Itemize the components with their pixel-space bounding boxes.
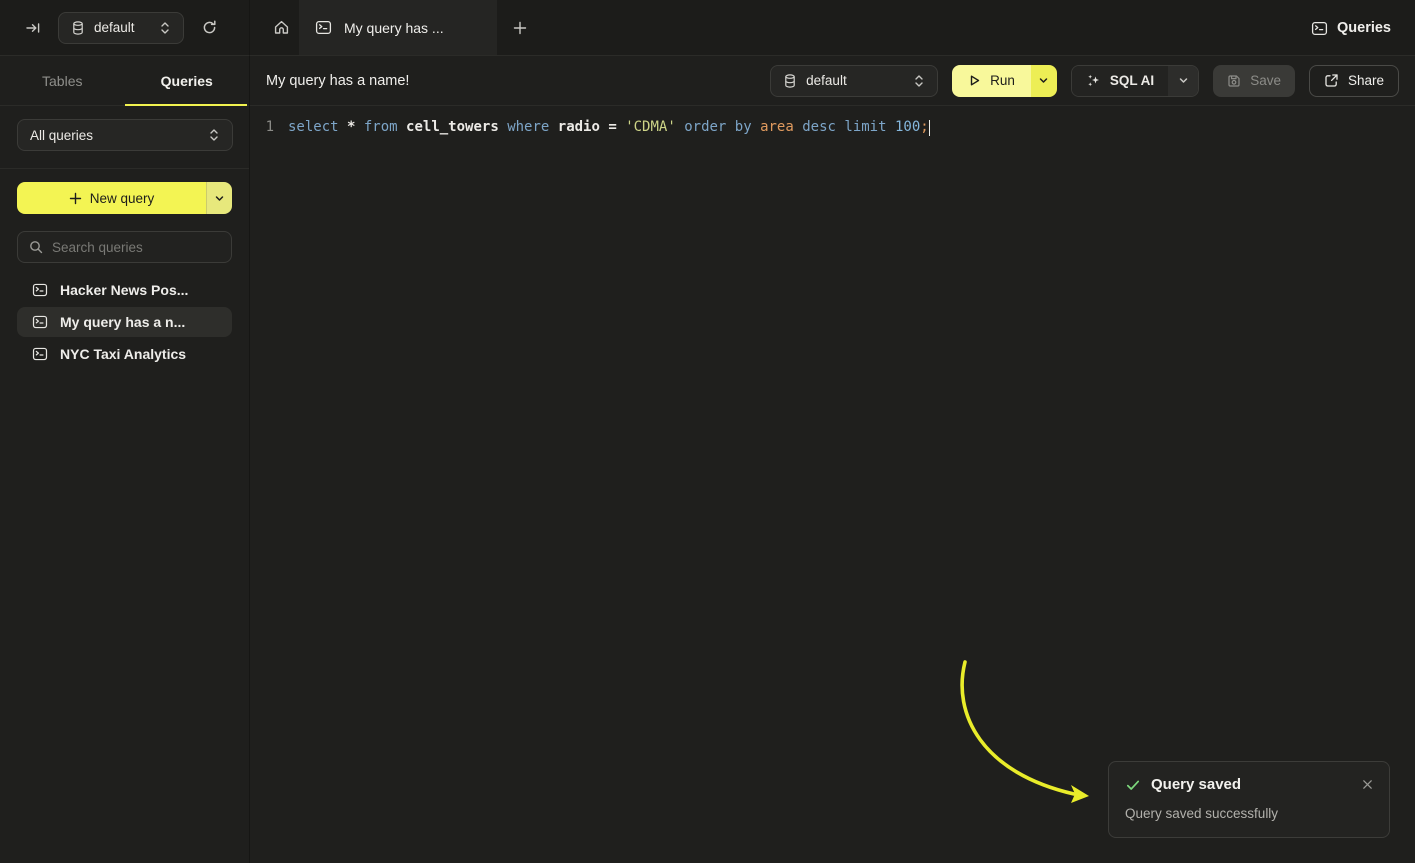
sql-editor[interactable]: 1 select * from cell_towers where radio … — [250, 106, 1415, 138]
toolbar-database-value: default — [806, 73, 904, 88]
query-item-label: NYC Taxi Analytics — [60, 346, 186, 362]
code-token: 'CDMA' — [625, 119, 684, 135]
top-bar: default — [0, 0, 1415, 56]
main-panel: My query has a name! default — [250, 56, 1415, 863]
sidebar-tabs: Tables Queries — [0, 56, 249, 106]
query-title[interactable]: My query has a name! — [266, 73, 409, 89]
sidebar: Tables Queries All queries — [0, 56, 250, 863]
run-button[interactable]: Run — [952, 65, 1031, 97]
queries-menu-button[interactable]: Queries — [1311, 0, 1391, 56]
refresh-icon[interactable] — [194, 13, 224, 43]
queries-filter-value: All queries — [30, 128, 199, 143]
query-toolbar: default Run — [770, 65, 1399, 97]
top-bar-left: default — [0, 0, 250, 56]
toast-query-saved: Query saved Query saved successfully — [1108, 761, 1390, 838]
query-item-label: Hacker News Pos... — [60, 282, 188, 298]
queries-menu-label: Queries — [1337, 20, 1391, 36]
code-token: order by — [684, 119, 760, 135]
toast-message: Query saved successfully — [1125, 806, 1373, 821]
query-list: Hacker News Pos... My query has a n... — [17, 275, 232, 369]
tab-tables[interactable]: Tables — [0, 56, 125, 105]
query-icon — [315, 19, 332, 36]
search-icon — [29, 240, 43, 254]
plus-icon — [69, 192, 82, 205]
sql-ai-button[interactable]: SQL AI — [1072, 66, 1168, 96]
line-number: 1 — [250, 117, 288, 138]
select-updown-icon — [159, 21, 171, 35]
code-token: select — [288, 119, 347, 135]
query-list-item-selected[interactable]: My query has a n... — [17, 307, 232, 337]
save-icon — [1227, 74, 1241, 88]
query-icon — [32, 282, 48, 298]
code-line: 1 select * from cell_towers where radio … — [250, 117, 1415, 138]
check-icon — [1125, 777, 1141, 793]
tab-bar: My query has ... Queries — [250, 0, 1415, 56]
share-button[interactable]: Share — [1309, 65, 1399, 97]
close-icon[interactable] — [1362, 779, 1373, 790]
select-updown-icon — [913, 74, 925, 88]
share-icon — [1324, 73, 1339, 88]
query-item-label: My query has a n... — [60, 314, 185, 330]
code-token: * — [347, 119, 364, 135]
search-queries-input[interactable] — [52, 240, 220, 255]
home-icon[interactable] — [266, 13, 296, 43]
code-token: desc — [802, 119, 844, 135]
database-icon — [783, 74, 797, 88]
code-token: cell_towers — [406, 119, 507, 135]
tab-my-query[interactable]: My query has ... — [299, 0, 497, 55]
save-button[interactable]: Save — [1213, 65, 1295, 97]
play-icon — [968, 74, 981, 87]
new-query-button[interactable]: New query — [17, 182, 206, 214]
new-query-split-button: New query — [17, 182, 232, 214]
code-token: ; — [920, 119, 928, 135]
toast-header: Query saved — [1125, 776, 1373, 793]
query-icon — [32, 346, 48, 362]
code-line-tokens: select * from cell_towers where radio = … — [288, 117, 929, 138]
new-query-label: New query — [90, 191, 155, 206]
code-token: = — [608, 119, 625, 135]
sparkles-icon — [1086, 73, 1101, 88]
queries-filter-select[interactable]: All queries — [17, 119, 233, 151]
select-updown-icon — [208, 128, 220, 142]
code-token: limit — [844, 119, 895, 135]
code-token: where — [507, 119, 558, 135]
sql-ai-dropdown-button[interactable] — [1168, 66, 1198, 96]
database-selector-value: default — [94, 20, 150, 35]
new-tab-icon[interactable] — [505, 13, 535, 43]
toolbar-database-selector[interactable]: default — [770, 65, 938, 97]
toast-title: Query saved — [1151, 776, 1241, 793]
tab-queries[interactable]: Queries — [125, 56, 250, 105]
run-label: Run — [990, 73, 1015, 88]
tab-queries-label: Queries — [161, 73, 213, 89]
sql-console-app: default — [0, 0, 1415, 863]
tab-tables-label: Tables — [42, 73, 82, 89]
run-split-button: Run — [952, 65, 1057, 97]
sql-ai-split-button: SQL AI — [1071, 65, 1199, 97]
sidebar-filter-section: All queries — [0, 106, 249, 169]
query-list-item[interactable]: NYC Taxi Analytics — [17, 339, 232, 369]
search-queries-box — [17, 231, 232, 263]
database-icon — [71, 21, 85, 35]
tab-label: My query has ... — [344, 20, 444, 36]
code-token: area — [760, 119, 802, 135]
sql-ai-label: SQL AI — [1110, 73, 1154, 88]
run-dropdown-button[interactable] — [1031, 65, 1057, 97]
query-header: My query has a name! default — [250, 56, 1415, 106]
database-selector[interactable]: default — [58, 12, 184, 44]
new-query-dropdown-button[interactable] — [206, 182, 232, 214]
sidebar-body: New query — [0, 169, 249, 382]
code-token: radio — [558, 119, 609, 135]
queries-icon — [1311, 20, 1328, 37]
text-cursor — [929, 120, 931, 136]
query-list-item[interactable]: Hacker News Pos... — [17, 275, 232, 305]
code-token: 100 — [895, 119, 920, 135]
collapse-sidebar-icon[interactable] — [18, 13, 48, 43]
share-label: Share — [1348, 73, 1384, 88]
save-label: Save — [1250, 73, 1281, 88]
query-icon — [32, 314, 48, 330]
code-token: from — [364, 119, 406, 135]
